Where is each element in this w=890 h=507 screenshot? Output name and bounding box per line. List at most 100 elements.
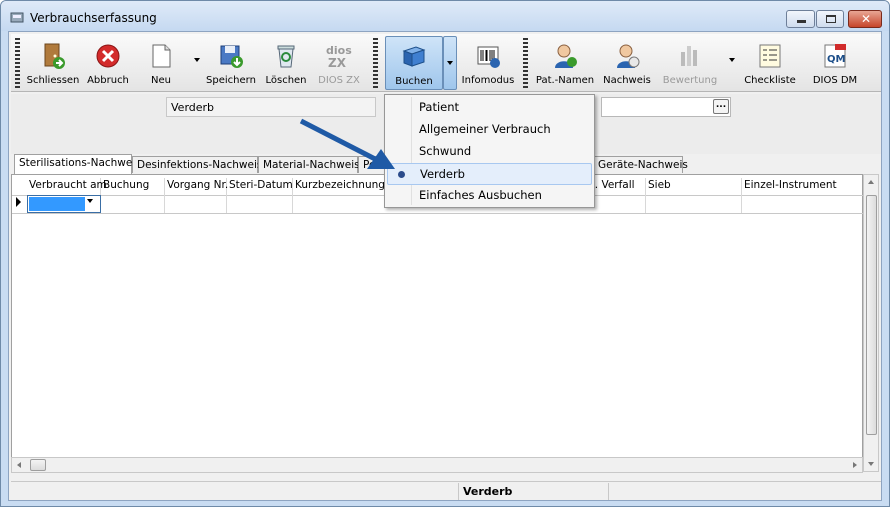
speichern-button[interactable]: Speichern xyxy=(203,36,259,90)
abbruch-button[interactable]: Abbruch xyxy=(83,36,133,90)
dios-zx-logo-icon: diosZX xyxy=(326,44,352,70)
horizontal-scrollbar[interactable] xyxy=(11,457,863,473)
neu-button[interactable]: Neu xyxy=(135,36,187,90)
table-row-cell[interactable] xyxy=(227,195,293,213)
radio-dot-icon xyxy=(398,171,405,178)
pat-namen-button[interactable]: Pat.-Namen xyxy=(535,36,595,90)
barcode-icon xyxy=(477,46,500,68)
checkliste-label: Checkliste xyxy=(744,75,796,86)
infomodus-label: Infomodus xyxy=(461,75,515,86)
close-button[interactable]: ✕ xyxy=(848,10,882,28)
bewertung-icon xyxy=(681,46,697,66)
book-icon xyxy=(402,46,426,67)
maximize-button[interactable] xyxy=(816,10,844,28)
speichern-label: Speichern xyxy=(206,75,256,86)
bewertung-label: Bewertung xyxy=(662,75,718,86)
title-bar[interactable]: Verbrauchserfassung ✕ xyxy=(1,1,889,31)
column-header-buchung[interactable]: Buchung xyxy=(101,178,165,195)
checklist-icon xyxy=(759,44,781,68)
status-mode: Verderb xyxy=(459,483,609,500)
menu-item-label: Schwund xyxy=(419,144,472,158)
table-row-cell[interactable] xyxy=(165,195,227,213)
menu-item-label: Verderb xyxy=(420,167,465,181)
svg-text:ZX: ZX xyxy=(328,56,347,70)
nachweis-button[interactable]: Nachweis xyxy=(601,36,653,90)
scroll-right-icon[interactable] xyxy=(853,462,857,468)
column-header-steri-datum[interactable]: Steri-Datum xyxy=(227,178,293,195)
tab-desinfektions-nachweis[interactable]: Desinfektions-Nachweis xyxy=(132,156,262,173)
toolbar-grip-3[interactable] xyxy=(523,38,528,88)
toolbar-grip[interactable] xyxy=(15,38,20,88)
menu-item-schwund[interactable]: Schwund xyxy=(387,141,592,163)
tab-geraete-nachweis[interactable]: Geräte-Nachweis xyxy=(593,156,688,173)
lookup-field[interactable] xyxy=(601,97,731,117)
menu-item-label: Allgemeiner Verbrauch xyxy=(419,122,551,136)
scroll-up-icon[interactable] xyxy=(868,180,874,184)
toolbar-grip-2[interactable] xyxy=(373,38,378,88)
dios-zx-button[interactable]: dios ZX DIOS ZX xyxy=(313,36,365,90)
tab-sterilisations-nachweis[interactable]: Sterilisations-Nachweis xyxy=(14,154,141,174)
column-header-verbraucht-am[interactable]: Verbraucht am xyxy=(27,178,107,195)
scroll-left-icon[interactable] xyxy=(17,462,21,468)
bewertung-dropdown-arrow[interactable] xyxy=(729,58,735,62)
tab-material-nachweis[interactable]: Material-Nachweis xyxy=(258,156,360,173)
verbraucht-am-editor[interactable] xyxy=(27,195,101,213)
column-header-sieb[interactable]: Sieb xyxy=(646,178,742,195)
data-grid[interactable]: Verbraucht am Buchung Vorgang Nr. Steri-… xyxy=(11,174,864,472)
checkliste-button[interactable]: Checkliste xyxy=(741,36,799,90)
dios-dm-button[interactable]: QM DIOS DM xyxy=(807,36,863,90)
save-disk-icon xyxy=(220,45,243,68)
svg-text:QM: QM xyxy=(827,54,846,65)
column-header-kurzbezeichnung[interactable]: Kurzbezeichnung xyxy=(293,178,393,195)
dios-dm-label: DIOS DM xyxy=(812,75,858,86)
neu-label: Neu xyxy=(151,75,171,86)
buchen-dropdown-menu: Patient Allgemeiner Verbrauch Schwund Ve… xyxy=(384,94,595,208)
row-divider xyxy=(12,213,864,214)
table-row-cell[interactable] xyxy=(646,195,742,213)
minimize-button[interactable] xyxy=(786,10,815,28)
status-cell-3 xyxy=(609,483,881,500)
minimize-icon xyxy=(797,20,806,23)
application-window: Verbrauchserfassung ✕ Schliessen Abbruch… xyxy=(0,0,890,507)
loeschen-label: Löschen xyxy=(265,75,307,86)
chevron-down-icon[interactable] xyxy=(87,199,93,203)
bewertung-button[interactable]: Bewertung xyxy=(661,36,719,90)
current-row-indicator-icon xyxy=(16,197,21,207)
cancel-icon xyxy=(96,44,120,68)
column-header-vorgang-nr[interactable]: Vorgang Nr. xyxy=(165,178,228,195)
nachweis-label: Nachweis xyxy=(603,75,651,86)
schliessen-label: Schliessen xyxy=(26,75,80,86)
menu-item-verderb[interactable]: Verderb xyxy=(387,163,592,185)
infomodus-button[interactable]: Infomodus xyxy=(459,36,517,90)
selection-highlight xyxy=(29,197,85,211)
menu-item-allgemeiner-verbrauch[interactable]: Allgemeiner Verbrauch xyxy=(387,119,592,141)
close-icon: ✕ xyxy=(861,12,872,26)
scroll-down-icon[interactable] xyxy=(868,462,874,466)
h-scroll-thumb[interactable] xyxy=(30,459,46,471)
patient-user-icon xyxy=(555,44,577,68)
vertical-scrollbar[interactable] xyxy=(863,174,879,472)
lookup-browse-button[interactable]: ... xyxy=(713,99,729,114)
menu-item-patient[interactable]: Patient xyxy=(387,97,592,119)
schliessen-button[interactable]: Schliessen xyxy=(23,36,83,90)
buchungsart-field: Verderb xyxy=(166,97,376,117)
app-icon xyxy=(10,12,24,23)
status-cell-1 xyxy=(11,483,459,500)
dios-dm-pdf-icon: QM xyxy=(824,44,846,68)
buchen-button[interactable]: Buchen xyxy=(385,36,443,90)
loeschen-button[interactable]: Löschen xyxy=(261,36,311,90)
table-row-cell[interactable] xyxy=(101,195,165,213)
dios-zx-label: DIOS ZX xyxy=(318,75,360,86)
maximize-icon xyxy=(826,15,836,23)
buchen-dropdown-button[interactable] xyxy=(443,36,457,90)
buchen-label: Buchen xyxy=(395,76,433,87)
pat-namen-label: Pat.-Namen xyxy=(535,75,595,86)
menu-item-einfaches-ausbuchen[interactable]: Einfaches Ausbuchen xyxy=(387,185,592,207)
column-header-einzel-instrument[interactable]: Einzel-Instrument xyxy=(742,178,864,195)
toolbar: Schliessen Abbruch Neu Speichern Löschen… xyxy=(11,34,881,92)
door-exit-icon xyxy=(44,43,65,69)
new-document-icon xyxy=(152,44,171,68)
neu-dropdown-arrow[interactable] xyxy=(194,58,200,62)
scroll-thumb[interactable] xyxy=(866,195,877,435)
chevron-down-icon xyxy=(447,61,453,65)
